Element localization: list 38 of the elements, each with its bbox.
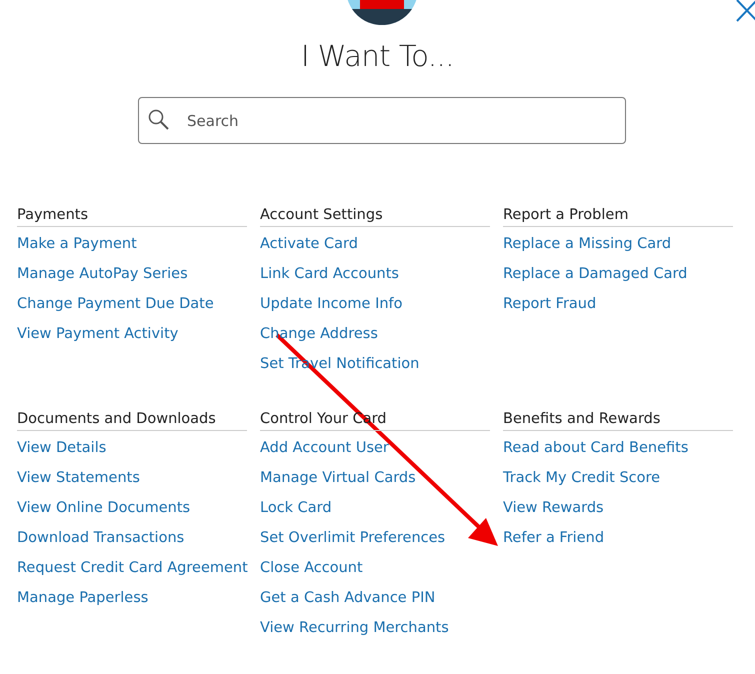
menu-link[interactable]: View Online Documents: [17, 493, 190, 523]
menu-link[interactable]: Replace a Damaged Card: [503, 259, 688, 289]
section-heading: Account Settings: [260, 207, 490, 227]
menu-link[interactable]: Add Account User: [260, 433, 389, 463]
menu-link[interactable]: Download Transactions: [17, 523, 184, 553]
menu-link[interactable]: Read about Card Benefits: [503, 433, 688, 463]
menu-link[interactable]: Change Payment Due Date: [17, 289, 214, 319]
menu-link[interactable]: Change Address: [260, 319, 378, 349]
section-heading: Documents and Downloads: [17, 411, 247, 431]
menu-link[interactable]: Manage AutoPay Series: [17, 259, 188, 289]
section-heading: Report a Problem: [503, 207, 733, 227]
menu-link[interactable]: Set Overlimit Preferences: [260, 523, 446, 553]
menu-link[interactable]: View Payment Activity: [17, 319, 178, 349]
menu-link[interactable]: Report Fraud: [503, 289, 596, 319]
page-title: I Want To...: [300, 39, 455, 73]
menu-link[interactable]: Refer a Friend: [503, 523, 604, 553]
menu-link[interactable]: View Rewards: [503, 493, 604, 523]
avatar-icon: [346, 0, 418, 25]
menu-link[interactable]: Lock Card: [260, 493, 332, 523]
menu-link[interactable]: Make a Payment: [17, 229, 137, 259]
menu-link[interactable]: Activate Card: [260, 229, 358, 259]
menu-link[interactable]: Update Income Info: [260, 289, 403, 319]
menu-link[interactable]: Close Account: [260, 553, 363, 583]
menu-link[interactable]: View Statements: [17, 463, 140, 493]
menu-link[interactable]: Manage Paperless: [17, 583, 148, 613]
menu-link[interactable]: View Recurring Merchants: [260, 613, 449, 643]
section-heading: Payments: [17, 207, 247, 227]
menu-link[interactable]: Link Card Accounts: [260, 259, 399, 289]
menu-link[interactable]: Track My Credit Score: [503, 463, 660, 493]
menu-link[interactable]: Get a Cash Advance PIN: [260, 583, 436, 613]
menu-link[interactable]: View Details: [17, 433, 106, 463]
menu-link[interactable]: Replace a Missing Card: [503, 229, 672, 259]
search-field[interactable]: Search: [138, 97, 626, 144]
close-icon[interactable]: [735, 0, 755, 22]
menu-link[interactable]: Request Credit Card Agreement: [17, 553, 248, 583]
search-icon: [148, 109, 170, 131]
menu-link[interactable]: Manage Virtual Cards: [260, 463, 416, 493]
section-heading: Benefits and Rewards: [503, 411, 733, 431]
